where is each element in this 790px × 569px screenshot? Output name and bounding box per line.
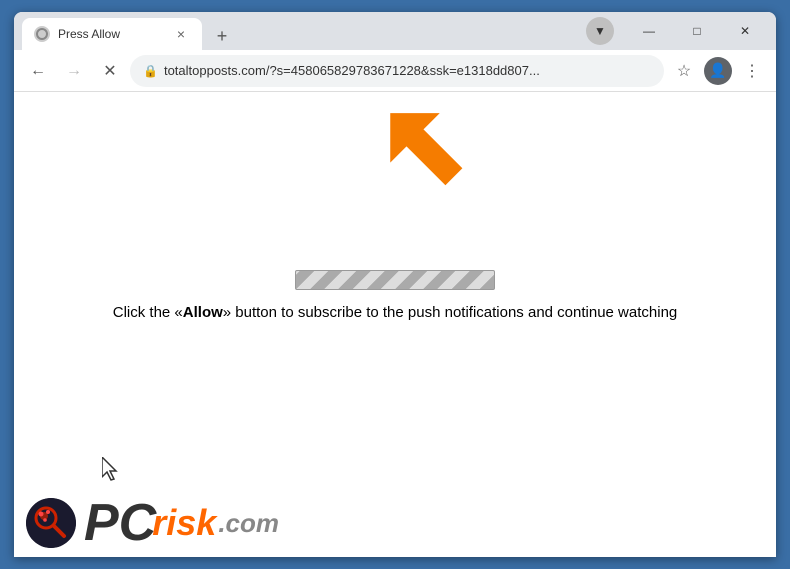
address-bar[interactable]: 🔒 totaltopposts.com/?s=45806582978367122… bbox=[130, 55, 664, 87]
reload-icon: ✕ bbox=[103, 61, 116, 81]
tab-title: Press Allow bbox=[58, 27, 164, 41]
profile-icon: 👤 bbox=[709, 62, 726, 79]
pcrisk-com-text: .com bbox=[218, 508, 279, 539]
back-icon: ← bbox=[30, 62, 46, 80]
menu-icon: ⋮ bbox=[744, 61, 760, 81]
menu-button[interactable]: ⋮ bbox=[736, 55, 768, 87]
url-text: totaltopposts.com/?s=458065829783671228&… bbox=[164, 63, 651, 78]
active-tab[interactable]: Press Allow × bbox=[22, 18, 202, 50]
lock-icon: 🔒 bbox=[143, 64, 158, 78]
downloads-button[interactable]: ▼ bbox=[586, 17, 614, 45]
maximize-button[interactable]: □ bbox=[674, 15, 720, 47]
minimize-button[interactable]: — bbox=[626, 15, 672, 47]
pcrisk-logo-icon bbox=[26, 498, 76, 548]
progress-bar bbox=[295, 270, 495, 290]
arrow-container bbox=[365, 102, 465, 207]
bookmark-button[interactable]: ☆ bbox=[668, 55, 700, 87]
new-tab-button[interactable]: + bbox=[208, 22, 236, 50]
pcrisk-icon bbox=[26, 498, 76, 548]
tab-close-button[interactable]: × bbox=[172, 25, 190, 43]
star-icon: ☆ bbox=[677, 61, 691, 81]
pcrisk-pc-text: PC bbox=[84, 497, 156, 549]
instruction-text-before: Click the «Allow» button to subscribe to… bbox=[113, 304, 678, 321]
progress-bar-container bbox=[295, 270, 495, 290]
browser-window: Press Allow × + ▼ — □ ✕ ← → bbox=[14, 12, 776, 557]
close-button[interactable]: ✕ bbox=[722, 15, 768, 47]
orange-arrow-icon bbox=[365, 102, 465, 202]
content-area: Click the «Allow» button to subscribe to… bbox=[14, 92, 776, 557]
title-bar: Press Allow × + ▼ — □ ✕ bbox=[14, 12, 776, 50]
profile-button[interactable]: 👤 bbox=[704, 57, 732, 85]
window-controls: — □ ✕ bbox=[626, 15, 768, 47]
tab-favicon bbox=[34, 26, 50, 42]
instruction-text: Click the «Allow» button to subscribe to… bbox=[34, 302, 756, 323]
mouse-cursor bbox=[102, 457, 122, 487]
reload-button[interactable]: ✕ bbox=[94, 55, 126, 87]
forward-icon: → bbox=[66, 62, 82, 80]
navigation-bar: ← → ✕ 🔒 totaltopposts.com/?s=45806582978… bbox=[14, 50, 776, 92]
back-button[interactable]: ← bbox=[22, 55, 54, 87]
downloads-arrow-icon: ▼ bbox=[594, 24, 606, 38]
pcrisk-logo: PC risk .com bbox=[14, 489, 291, 557]
pcrisk-risk-text: risk bbox=[152, 505, 216, 541]
tab-area: Press Allow × + bbox=[22, 12, 582, 50]
forward-button[interactable]: → bbox=[58, 55, 90, 87]
cursor-icon bbox=[102, 457, 122, 481]
